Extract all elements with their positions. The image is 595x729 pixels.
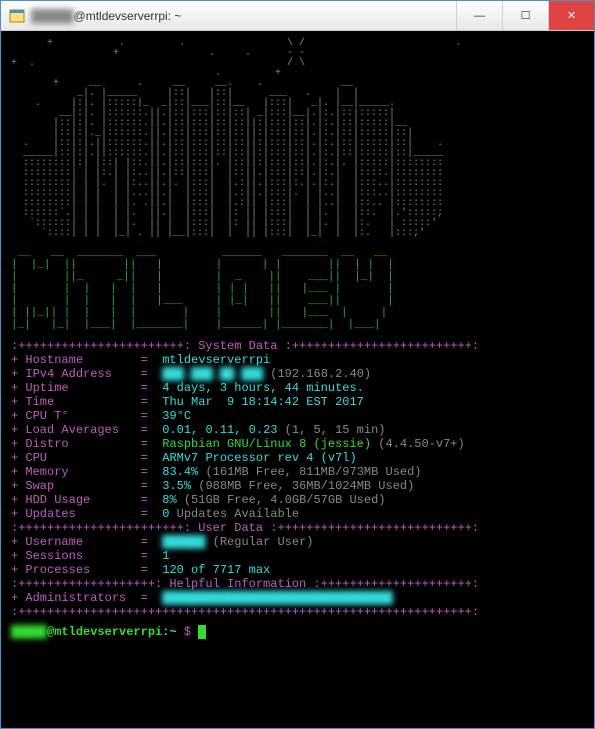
user-data-header: :+++++++++++++++++++++++: User Data :+++… (11, 521, 584, 535)
cursor-icon (198, 625, 206, 639)
row-swap: + Swap = 3.5% (988MB Free, 36MB/1024MB U… (11, 479, 584, 493)
minimize-button[interactable]: — (456, 1, 502, 30)
row-hdd: + HDD Usage = 8% (51GB Free, 4.0GB/57GB … (11, 493, 584, 507)
row-username: + Username = ██████ (Regular User) (11, 535, 584, 549)
mtl-dev-logo: __ __ _______ ___ ______ _______ __ __ |… (11, 247, 584, 331)
ascii-city-art: + . . \ / . + . . - - + . / \ (11, 39, 584, 239)
row-cputemp: + CPU T° = 39°C (11, 409, 584, 423)
row-sessions: + Sessions = 1 (11, 549, 584, 563)
system-data-header: :+++++++++++++++++++++++: System Data :+… (11, 339, 584, 353)
shell-prompt[interactable]: █████@mtldevserverrpi:~ $ (11, 625, 584, 639)
row-hostname: + Hostname = mtldevserverrpi (11, 353, 584, 367)
window-title: █████@mtldevserverrpi: ~ (31, 9, 456, 23)
row-uptime: + Uptime = 4 days, 3 hours, 44 minutes. (11, 381, 584, 395)
terminal-body[interactable]: + . . \ / . + . . - - + . / \ (1, 31, 594, 728)
row-ipv4: + IPv4 Address = ███.███.██.███ (192.168… (11, 367, 584, 381)
row-load: + Load Averages = 0.01, 0.11, 0.23 (1, 5… (11, 423, 584, 437)
titlebar[interactable]: █████@mtldevserverrpi: ~ — ☐ ✕ (1, 1, 594, 31)
row-updates: + Updates = 0 Updates Available (11, 507, 584, 521)
row-processes: + Processes = 120 of 7717 max (11, 563, 584, 577)
help-header: :+++++++++++++++++++: Helpful Informatio… (11, 577, 584, 591)
app-icon (9, 8, 25, 24)
window-controls: — ☐ ✕ (456, 1, 594, 30)
row-time: + Time = Thu Mar 9 18:14:42 EST 2017 (11, 395, 584, 409)
row-memory: + Memory = 83.4% (161MB Free, 811MB/973M… (11, 465, 584, 479)
footer-divider: :+++++++++++++++++++++++++++++++++++++++… (11, 605, 584, 619)
row-distro: + Distro = Raspbian GNU/Linux 8 (jessie)… (11, 437, 584, 451)
terminal-window: █████@mtldevserverrpi: ~ — ☐ ✕ + . . \ /… (0, 0, 595, 729)
row-admins: + Administrators = █████████████████████… (11, 591, 584, 605)
maximize-button[interactable]: ☐ (502, 1, 548, 30)
row-cpu: + CPU = ARMv7 Processor rev 4 (v7l) (11, 451, 584, 465)
close-button[interactable]: ✕ (548, 1, 594, 30)
